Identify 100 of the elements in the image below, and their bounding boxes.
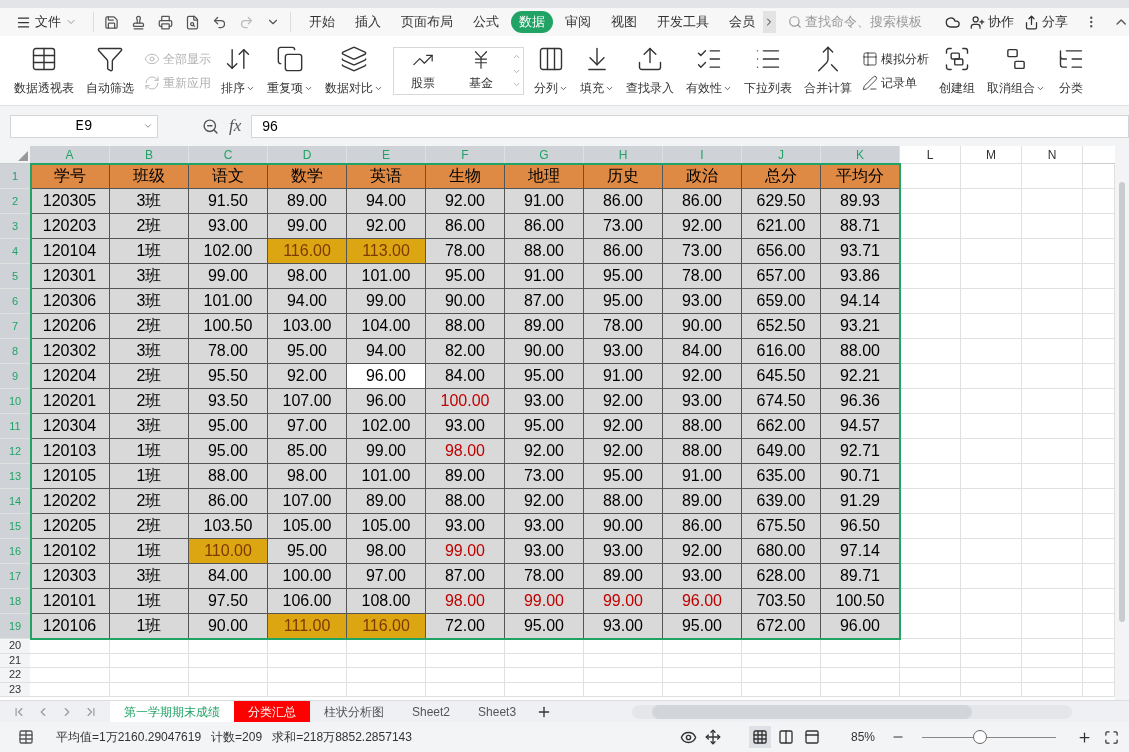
function-icon[interactable]: fx <box>229 113 242 139</box>
table-cell: 672.00 <box>742 614 821 639</box>
view-mode-button[interactable] <box>748 726 771 748</box>
menu-tab[interactable]: 页面布局 <box>393 11 461 33</box>
table-cell <box>900 639 961 654</box>
table-cell: 86.00 <box>584 189 663 214</box>
table-cell <box>900 489 961 514</box>
ribbon-small-button[interactable]: 模拟分析 <box>862 49 929 68</box>
formula-field[interactable]: 96 <box>251 114 1129 138</box>
menu-tab[interactable]: 开发工具 <box>649 11 717 33</box>
table-cell: 2班 <box>110 489 189 514</box>
table-cell: 84.00 <box>189 564 268 589</box>
table-cell: 1班 <box>110 614 189 639</box>
table-cell: 78.00 <box>426 239 505 264</box>
horizontal-scrollbar[interactable] <box>632 704 1073 719</box>
ribbon-button[interactable]: 分列 <box>528 39 574 102</box>
table-cell <box>900 539 961 564</box>
table-cell: 100.50 <box>821 589 900 614</box>
sheet-tab[interactable]: 柱状分析图 <box>310 700 398 723</box>
ribbon-button[interactable]: 自动筛选 <box>80 39 140 102</box>
table-cell: 120206 <box>30 314 110 339</box>
stamp-icon[interactable] <box>131 14 146 30</box>
column-header[interactable]: M <box>961 146 1022 164</box>
ribbon-button[interactable]: 有效性 <box>680 39 738 102</box>
sheet-tab[interactable]: 分类汇总 <box>234 700 310 723</box>
table-cell: 90.00 <box>426 289 505 314</box>
table-cell <box>1022 414 1083 439</box>
table-cell: 92.71 <box>821 439 900 464</box>
table-cell <box>900 389 961 414</box>
column-header[interactable]: L <box>900 146 961 164</box>
select-all-corner[interactable] <box>0 146 30 164</box>
menu-tab[interactable]: 视图 <box>603 11 645 33</box>
table-cell: 86.00 <box>189 489 268 514</box>
menu-tab[interactable]: 开始 <box>301 11 343 33</box>
sheet-tab[interactable]: Sheet3 <box>464 700 531 723</box>
ribbon-button[interactable]: 下拉列表 <box>738 39 798 102</box>
ribbon-button[interactable]: 分类 <box>1051 39 1091 102</box>
row-header[interactable]: 22 <box>0 668 30 683</box>
menu-tab[interactable]: 插入 <box>347 11 389 33</box>
row-header[interactable]: 20 <box>0 639 30 654</box>
table-cell: 104.00 <box>347 314 426 339</box>
ribbon-button[interactable]: 数据对比 <box>319 39 389 102</box>
gallery-item[interactable]: 基金 <box>452 49 510 92</box>
ribbon-button[interactable]: 排序 <box>215 39 261 102</box>
table-cell <box>900 364 961 389</box>
table-cell <box>961 414 1022 439</box>
table-cell: 120106 <box>30 614 110 639</box>
table-cell: 93.00 <box>426 514 505 539</box>
ribbon-button[interactable]: 取消组合 <box>981 39 1051 102</box>
ribbon-button[interactable]: 重复项 <box>261 39 319 102</box>
action-button[interactable]: 分享 <box>1024 12 1069 32</box>
menu-tab[interactable]: 审阅 <box>557 11 599 33</box>
table-cell: 88.71 <box>821 214 900 239</box>
menu-tab[interactable]: 会员 <box>721 11 763 33</box>
table-cell: 98.00 <box>426 439 505 464</box>
fullscreen-icon[interactable] <box>1104 729 1119 745</box>
table-cell: 78.00 <box>584 314 663 339</box>
zoom-thumb[interactable] <box>972 730 987 744</box>
view-mode-icon <box>803 729 820 745</box>
table-cell <box>1022 289 1083 314</box>
sheet-tab[interactable]: Sheet2 <box>398 700 465 723</box>
table-cell: 94.00 <box>268 289 347 314</box>
table-cell <box>961 314 1022 339</box>
search-field[interactable]: 查找命令、搜索模板 <box>787 12 935 32</box>
table-cell: 84.00 <box>663 339 742 364</box>
undo-icon[interactable] <box>212 14 227 30</box>
ribbon-button[interactable]: 查找录入 <box>620 39 680 102</box>
table-cell: 92.00 <box>347 214 426 239</box>
zoom-icon[interactable] <box>202 117 219 135</box>
ribbon-button[interactable]: 数据透视表 <box>8 39 80 102</box>
table-cell: 3班 <box>110 189 189 214</box>
gallery-item[interactable]: 股票 <box>394 49 452 92</box>
ribbon-button[interactable]: 创建组 <box>933 39 981 102</box>
table-cell: 107.00 <box>268 389 347 414</box>
name-box[interactable]: E9 <box>10 114 158 138</box>
ribbon-button[interactable]: 填充 <box>574 39 620 102</box>
zoom-level[interactable]: 85% <box>850 728 875 746</box>
table-cell: 120205 <box>30 514 110 539</box>
print-preview-icon[interactable] <box>185 14 200 30</box>
table-cell <box>961 489 1022 514</box>
ribbon-button[interactable]: 合并计算 <box>798 39 858 102</box>
action-button[interactable]: 协作 <box>970 12 1015 32</box>
table-cell: 635.00 <box>742 464 821 489</box>
header-cell: 总分 <box>742 164 821 189</box>
file-menu[interactable]: 文件 <box>0 12 93 32</box>
print-icon[interactable] <box>158 14 173 30</box>
ribbon-small-button[interactable]: 记录单 <box>862 73 929 92</box>
table-cell <box>1022 364 1083 389</box>
table-cell: 98.00 <box>268 264 347 289</box>
table-cell <box>900 189 961 214</box>
menu-tab[interactable]: 公式 <box>465 11 507 33</box>
zoom-in-icon[interactable] <box>1077 729 1092 745</box>
save-icon[interactable] <box>104 14 119 30</box>
column-header[interactable]: N <box>1022 146 1083 164</box>
table-cell: 116.00 <box>268 239 347 264</box>
table-cell: 99.00 <box>347 439 426 464</box>
vertical-scrollbar[interactable] <box>1115 146 1129 700</box>
scroll-tabs-button[interactable] <box>763 11 776 33</box>
table-cell <box>961 514 1022 539</box>
table-cell: 92.00 <box>584 414 663 439</box>
